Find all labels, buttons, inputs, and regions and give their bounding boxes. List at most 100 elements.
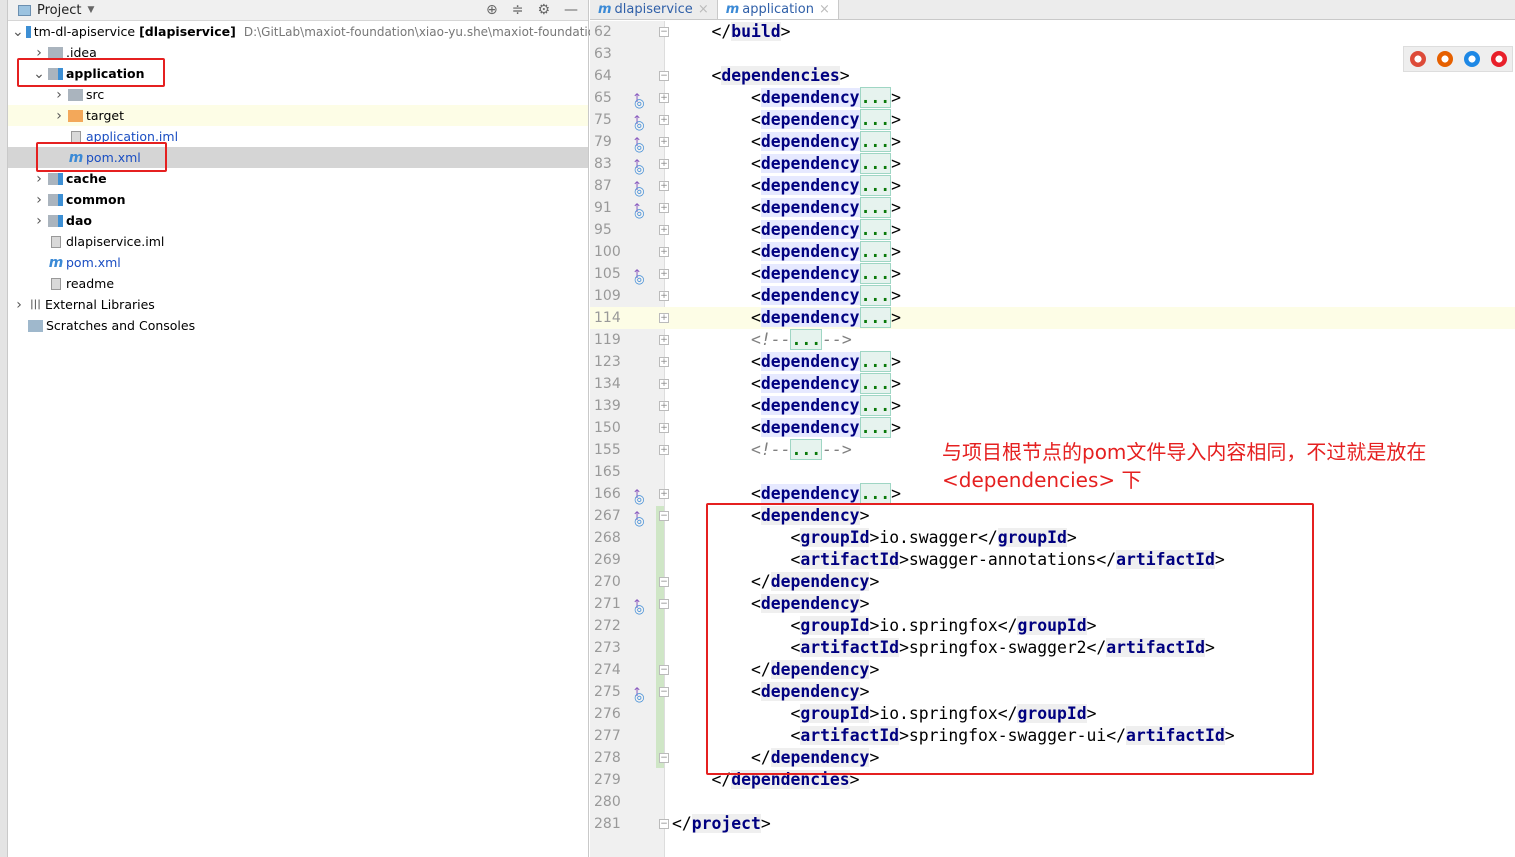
- fold-expand-icon[interactable]: +: [659, 423, 669, 433]
- fold-expand-icon[interactable]: +: [659, 247, 669, 257]
- overrides-icon[interactable]: ↑◎: [632, 87, 645, 110]
- line-number: 105: [594, 266, 621, 282]
- line-number: 119: [594, 332, 621, 348]
- code-line[interactable]: [0, 791, 1515, 813]
- line-number: 91: [594, 200, 612, 216]
- code-text: <dependency...>: [751, 241, 901, 263]
- line-number: 272: [594, 618, 621, 634]
- fold-expand-icon[interactable]: +: [659, 357, 669, 367]
- overrides-icon[interactable]: ↑◎: [632, 483, 645, 506]
- code-line[interactable]: [590, 307, 1515, 329]
- tab-application[interactable]: m application ×: [717, 0, 839, 19]
- folded-code-placeholder[interactable]: ...: [790, 439, 823, 460]
- folded-code-placeholder[interactable]: ...: [859, 263, 892, 284]
- line-number: 64: [594, 68, 612, 84]
- fold-collapse-icon[interactable]: −: [659, 687, 669, 697]
- fold-expand-icon[interactable]: +: [659, 401, 669, 411]
- overrides-icon[interactable]: ↑◎: [632, 263, 645, 286]
- code-punct: <: [711, 66, 722, 85]
- chrome-icon[interactable]: [1409, 51, 1426, 67]
- minimize-icon[interactable]: —: [564, 2, 578, 18]
- code-line[interactable]: [0, 43, 1515, 65]
- fold-expand-icon[interactable]: +: [659, 159, 669, 169]
- code-punct: <: [751, 418, 761, 437]
- opera-icon[interactable]: [1490, 51, 1507, 67]
- fold-collapse-icon[interactable]: −: [659, 819, 669, 829]
- locate-icon[interactable]: ⊕: [486, 2, 498, 18]
- folded-code-placeholder[interactable]: ...: [859, 285, 892, 306]
- xml-tag: dependencies: [721, 66, 840, 85]
- fold-expand-icon[interactable]: +: [659, 203, 669, 213]
- comment: -->: [822, 330, 852, 349]
- fold-expand-icon[interactable]: +: [659, 313, 669, 323]
- fold-collapse-icon[interactable]: −: [659, 511, 669, 521]
- overrides-icon[interactable]: ↑◎: [632, 175, 645, 198]
- folded-code-placeholder[interactable]: ...: [859, 395, 892, 416]
- code-punct: >: [891, 264, 902, 283]
- code-text: <dependency...>: [751, 153, 901, 175]
- fold-expand-icon[interactable]: +: [659, 115, 669, 125]
- fold-collapse-icon[interactable]: −: [659, 27, 669, 37]
- folded-code-placeholder[interactable]: ...: [859, 109, 892, 130]
- close-icon[interactable]: ×: [698, 2, 709, 17]
- fold-expand-icon[interactable]: +: [659, 291, 669, 301]
- editor-tabs: m dlapiservice × m application ×: [590, 0, 1515, 20]
- code-punct: >: [891, 352, 902, 371]
- code-punct: <: [751, 242, 761, 261]
- folded-code-placeholder[interactable]: ...: [859, 373, 892, 394]
- collapse-all-icon[interactable]: ≑: [512, 2, 524, 18]
- folded-code-placeholder[interactable]: ...: [859, 241, 892, 262]
- fold-expand-icon[interactable]: +: [659, 489, 669, 499]
- folded-code-placeholder[interactable]: ...: [859, 197, 892, 218]
- fold-expand-icon[interactable]: +: [659, 445, 669, 455]
- overrides-icon[interactable]: ↑◎: [632, 505, 645, 528]
- fold-expand-icon[interactable]: +: [659, 137, 669, 147]
- annotation-line1: 与项目根节点的pom文件导入内容相同，不过就是放在: [942, 440, 1427, 464]
- overrides-icon[interactable]: ↑◎: [632, 109, 645, 132]
- tab-dlapiservice[interactable]: m dlapiservice ×: [590, 0, 718, 19]
- fold-expand-icon[interactable]: +: [659, 181, 669, 191]
- folded-code-placeholder[interactable]: ...: [859, 417, 892, 438]
- gear-icon[interactable]: ⚙: [537, 2, 550, 18]
- folded-code-placeholder[interactable]: ...: [859, 87, 892, 108]
- fold-expand-icon[interactable]: +: [659, 269, 669, 279]
- project-panel-title[interactable]: Project: [37, 3, 81, 18]
- line-number: 270: [594, 574, 621, 590]
- chevron-down-icon[interactable]: ▼: [87, 5, 94, 15]
- code-text: </project>: [672, 813, 771, 835]
- fold-collapse-icon[interactable]: −: [659, 577, 669, 587]
- fold-expand-icon[interactable]: +: [659, 225, 669, 235]
- firefox-icon[interactable]: [1436, 51, 1453, 67]
- folded-code-placeholder[interactable]: ...: [859, 351, 892, 372]
- folded-code-placeholder[interactable]: ...: [859, 219, 892, 240]
- fold-collapse-icon[interactable]: −: [659, 753, 669, 763]
- overrides-icon[interactable]: ↑◎: [632, 681, 645, 704]
- overrides-icon[interactable]: ↑◎: [632, 593, 645, 616]
- folded-code-placeholder[interactable]: ...: [790, 329, 823, 350]
- line-number: 269: [594, 552, 621, 568]
- fold-expand-icon[interactable]: +: [659, 93, 669, 103]
- safari-icon[interactable]: [1463, 51, 1480, 67]
- code-punct: <: [751, 352, 761, 371]
- overrides-icon[interactable]: ↑◎: [632, 197, 645, 220]
- xml-tag: dependency: [760, 352, 860, 371]
- code-punct: <: [751, 264, 761, 283]
- folded-code-placeholder[interactable]: ...: [859, 131, 892, 152]
- close-icon[interactable]: ×: [819, 2, 830, 17]
- code-punct: <: [751, 220, 761, 239]
- overrides-icon[interactable]: ↑◎: [632, 131, 645, 154]
- fold-collapse-icon[interactable]: −: [659, 665, 669, 675]
- xml-tag: build: [731, 22, 781, 41]
- folded-code-placeholder[interactable]: ...: [859, 483, 892, 504]
- folded-code-placeholder[interactable]: ...: [859, 175, 892, 196]
- folded-code-placeholder[interactable]: ...: [859, 153, 892, 174]
- fold-collapse-icon[interactable]: −: [659, 599, 669, 609]
- overrides-icon[interactable]: ↑◎: [632, 153, 645, 176]
- folded-code-placeholder[interactable]: ...: [859, 307, 892, 328]
- xml-tag: dependency: [760, 264, 860, 283]
- fold-expand-icon[interactable]: +: [659, 379, 669, 389]
- line-number: 277: [594, 728, 621, 744]
- fold-expand-icon[interactable]: +: [659, 335, 669, 345]
- fold-collapse-icon[interactable]: −: [659, 71, 669, 81]
- browser-preview-bar: [1403, 46, 1513, 72]
